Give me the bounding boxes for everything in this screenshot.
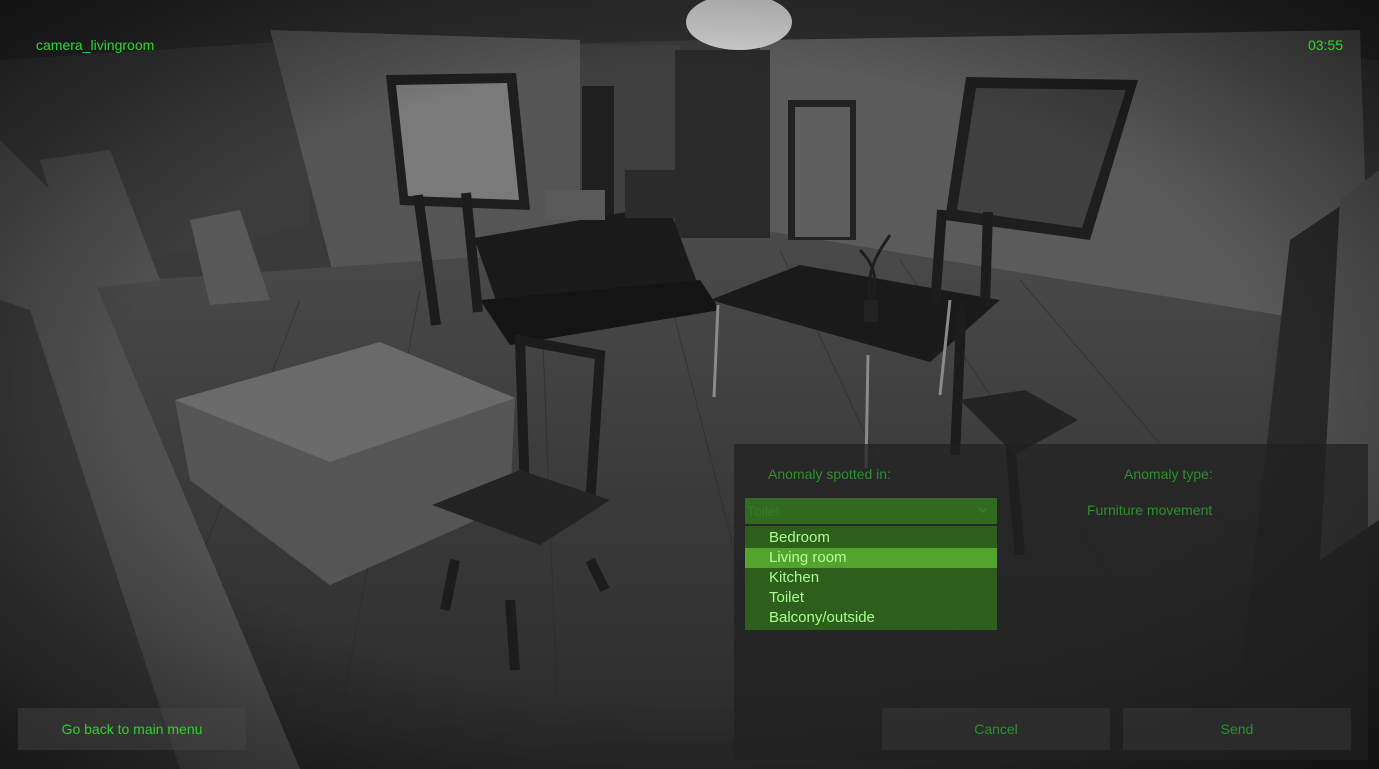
room-dropdown-options: Bedroom Living room Kitchen Toilet Balco… <box>745 526 997 630</box>
anomaly-report-panel: Anomaly spotted in: Anomaly type: Toilet… <box>734 444 1368 760</box>
cancel-button[interactable]: Cancel <box>882 708 1110 750</box>
back-to-main-menu-button[interactable]: Go back to main menu <box>18 708 246 750</box>
type-label: Anomaly type: <box>1124 466 1213 482</box>
camera-viewport: camera_livingroom 03:55 Go back to main … <box>0 0 1379 769</box>
chevron-down-icon <box>975 501 991 522</box>
clock-display: 03:55 <box>1307 37 1343 53</box>
send-button[interactable]: Send <box>1123 708 1351 750</box>
room-dropdown-value: Toilet <box>747 503 780 519</box>
type-dropdown[interactable]: Furniture movement <box>1087 502 1212 518</box>
room-option-living-room[interactable]: Living room <box>745 548 997 568</box>
room-option-toilet[interactable]: Toilet <box>745 588 997 608</box>
room-dropdown[interactable]: Toilet <box>745 498 997 524</box>
room-label: Anomaly spotted in: <box>768 466 891 482</box>
room-option-kitchen[interactable]: Kitchen <box>745 568 997 588</box>
room-option-balcony[interactable]: Balcony/outside <box>745 608 997 628</box>
room-option-bedroom[interactable]: Bedroom <box>745 528 997 548</box>
camera-name-label: camera_livingroom <box>36 37 155 53</box>
